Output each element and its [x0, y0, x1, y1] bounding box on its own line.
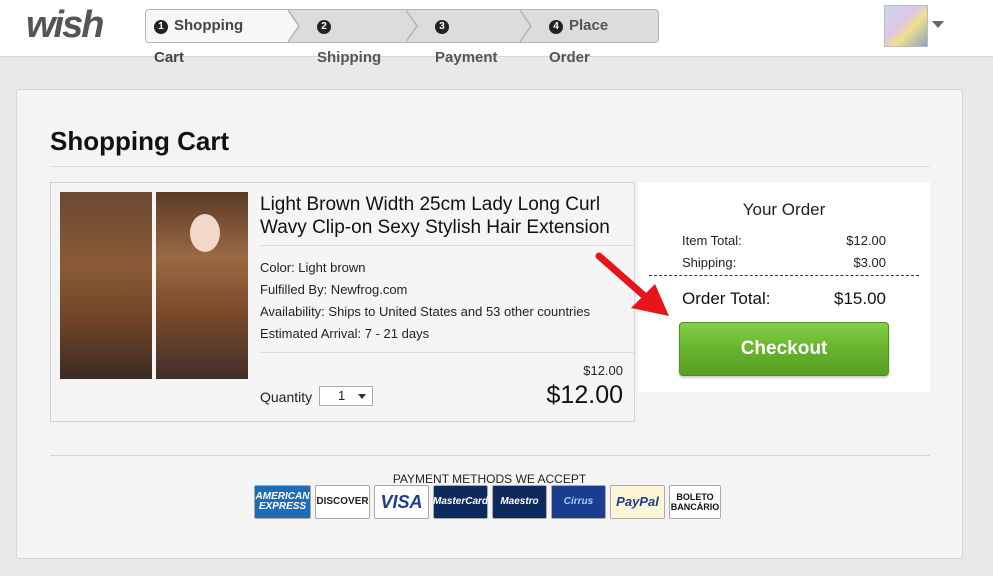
caret-down-icon[interactable]: [932, 21, 944, 28]
step-place-order[interactable]: 4 Place Order: [520, 9, 659, 66]
step-label: Shipping: [317, 49, 382, 66]
cirrus-logo: Cirrus: [551, 485, 606, 519]
user-avatar[interactable]: [884, 5, 928, 47]
divider: [260, 245, 634, 246]
maestro-logo: Maestro: [492, 485, 547, 519]
wish-logo[interactable]: wish: [26, 4, 104, 47]
cart-panel: Shopping Cart Light Brown Width 25cm Lad…: [16, 89, 963, 559]
step-payment[interactable]: 3 Payment: [406, 9, 532, 66]
order-total-value: $15.00: [834, 289, 886, 308]
amex-logo: AMERICAN EXPRESS: [254, 485, 311, 519]
product-availability: Availability: Ships to United States and…: [260, 304, 591, 319]
product-estimated-arrival: Estimated Arrival: 7 - 21 days: [260, 326, 430, 341]
product-title[interactable]: Light Brown Width 25cm Lady Long Curl Wa…: [260, 193, 620, 239]
visa-logo: VISA: [374, 485, 429, 519]
order-summary-title: Your Order: [742, 200, 826, 219]
item-price: $12.00: [546, 381, 623, 409]
step-shopping-cart[interactable]: 1 Shopping Cart: [145, 9, 300, 66]
quantity-label: Quantity: [260, 389, 313, 405]
shipping-value: $3.00: [853, 255, 886, 270]
step-label: Payment: [435, 49, 498, 66]
caret-down-icon: [358, 394, 366, 399]
step-number: 4: [549, 20, 563, 34]
cart-item: Light Brown Width 25cm Lady Long Curl Wa…: [50, 182, 635, 422]
divider: [50, 166, 930, 167]
step-shipping[interactable]: 2 Shipping: [288, 9, 418, 66]
quantity-value: 1: [338, 388, 346, 403]
discover-logo: DISCOVER: [315, 485, 370, 519]
product-color: Color: Light brown: [260, 260, 366, 275]
product-fulfilled-by: Fulfilled By: Newfrog.com: [260, 282, 408, 297]
order-summary: Your Order Item Total: $12.00 Shipping: …: [638, 182, 930, 392]
checkout-button[interactable]: Checkout: [679, 322, 889, 376]
mastercard-logo: MasterCard: [433, 485, 488, 519]
unit-price: $12.00: [583, 363, 623, 378]
order-total-row: Order Total: $15.00: [682, 289, 886, 309]
step-number: 3: [435, 20, 449, 34]
item-total-row: Item Total: $12.00: [682, 233, 886, 248]
red-arrow-icon: [595, 252, 669, 316]
step-number: 2: [317, 20, 331, 34]
step-number: 1: [154, 20, 168, 34]
product-image[interactable]: [60, 192, 248, 379]
top-header: wish 1 Shopping Cart 2 Shipping 3 Payment 4…: [0, 0, 993, 66]
page-title: Shopping Cart: [50, 126, 230, 156]
payment-methods-label: PAYMENT METHODS WE ACCEPT: [392, 472, 587, 486]
order-total-label: Order Total:: [682, 289, 771, 308]
boleto-logo: BOLETO BANCÁRIO: [669, 485, 721, 519]
payment-methods: AMERICAN EXPRESS DISCOVER VISA MasterCar…: [254, 485, 721, 519]
divider: [50, 455, 930, 456]
shipping-row: Shipping: $3.00: [682, 255, 886, 270]
item-total-value: $12.00: [846, 233, 886, 248]
quantity-select[interactable]: 1: [319, 386, 373, 406]
shipping-label: Shipping:: [682, 255, 737, 270]
item-total-label: Item Total:: [682, 233, 742, 248]
paypal-logo: PayPal: [610, 485, 665, 519]
divider: [260, 352, 634, 353]
checkout-steps: 1 Shopping Cart 2 Shipping 3 Payment 4 Place…: [145, 9, 659, 66]
dashed-divider: [649, 275, 919, 276]
